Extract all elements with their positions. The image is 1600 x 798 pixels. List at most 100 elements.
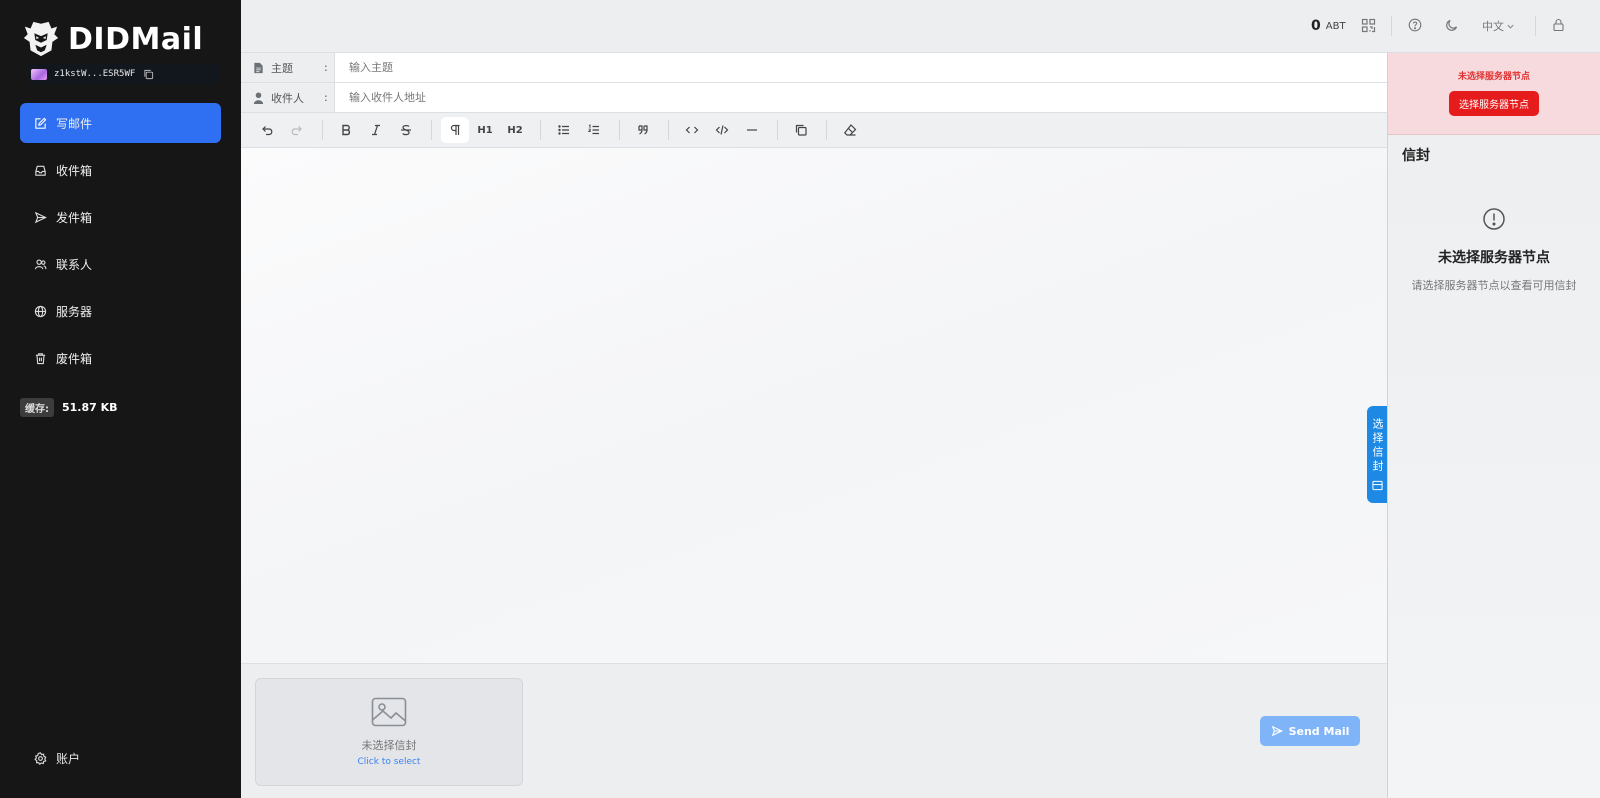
envelope-select-link[interactable]: Click to select bbox=[358, 757, 421, 767]
empty-state: 未选择服务器节点 请选择服务器节点以查看可用信封 bbox=[1388, 207, 1600, 293]
heading-1-button[interactable]: H1 bbox=[471, 117, 499, 143]
italic-icon bbox=[372, 124, 380, 136]
cache-label: 缓存: bbox=[20, 398, 54, 417]
sidebar: DIDMail z1kstW...ESR5WF 写邮件 收件箱 发件箱 联系人 … bbox=[0, 0, 241, 798]
select-server-button[interactable]: 选择服务器节点 bbox=[1449, 91, 1539, 116]
ordered-list-button[interactable] bbox=[580, 117, 608, 143]
sidebar-item-contacts[interactable]: 联系人 bbox=[20, 244, 221, 284]
divider bbox=[1391, 16, 1392, 36]
sidebar-item-label: 写邮件 bbox=[56, 116, 93, 131]
h1-label: H1 bbox=[477, 124, 493, 136]
send-icon bbox=[34, 211, 47, 223]
recipient-label: 收件人 : bbox=[241, 83, 335, 112]
strikethrough-icon bbox=[401, 125, 411, 136]
logo: DIDMail bbox=[22, 20, 203, 58]
heading-2-button[interactable]: H2 bbox=[501, 117, 529, 143]
chevron-down-icon bbox=[1507, 24, 1514, 29]
address-text: z1kstW...ESR5WF bbox=[54, 69, 136, 79]
select-server-label: 选择服务器节点 bbox=[1459, 100, 1529, 111]
strikethrough-button[interactable] bbox=[392, 117, 420, 143]
dark-mode-toggle[interactable] bbox=[1445, 18, 1459, 32]
envelope-picker[interactable]: 未选择信封 Click to select bbox=[255, 678, 523, 786]
panel-title: 信封 bbox=[1402, 148, 1430, 164]
redo-button[interactable] bbox=[283, 117, 311, 143]
cache-info: 缓存: 51.87 KB bbox=[20, 398, 118, 417]
inbox-icon bbox=[35, 165, 46, 176]
bold-icon bbox=[342, 124, 351, 136]
image-icon bbox=[371, 697, 407, 727]
cache-value: 51.87 KB bbox=[62, 401, 118, 414]
undo-button[interactable] bbox=[253, 117, 281, 143]
divider bbox=[1535, 16, 1536, 36]
top-bar: 0 ABT 中文 bbox=[241, 0, 1600, 53]
blockquote-button[interactable] bbox=[629, 117, 657, 143]
sidebar-item-trash[interactable]: 废件箱 bbox=[20, 338, 221, 378]
edit-icon bbox=[35, 117, 47, 129]
globe-icon bbox=[34, 305, 47, 317]
horizontal-rule-button[interactable] bbox=[738, 117, 766, 143]
divider bbox=[431, 120, 432, 140]
paragraph-icon bbox=[450, 124, 460, 135]
copy-icon[interactable] bbox=[143, 69, 154, 80]
gear-icon bbox=[34, 752, 47, 765]
sidebar-item-label: 废件箱 bbox=[56, 351, 93, 366]
subject-row: 主题 : bbox=[241, 53, 1387, 83]
compose-footer: 未选择信封 Click to select Send Mail bbox=[241, 664, 1387, 798]
account-label: 账户 bbox=[56, 752, 81, 766]
paragraph-button[interactable] bbox=[441, 117, 469, 143]
h2-label: H2 bbox=[507, 124, 523, 136]
copy-button[interactable] bbox=[787, 117, 815, 143]
help-icon bbox=[1408, 18, 1422, 32]
subject-input[interactable] bbox=[335, 53, 1387, 82]
copy-icon bbox=[795, 124, 807, 136]
divider bbox=[668, 120, 669, 140]
avatar bbox=[31, 68, 47, 80]
alert-text: 未选择服务器节点 bbox=[1457, 72, 1530, 82]
italic-button[interactable] bbox=[362, 117, 390, 143]
panel-icon bbox=[1371, 480, 1383, 491]
empty-description: 请选择服务器节点以查看可用信封 bbox=[1411, 279, 1577, 292]
moon-icon bbox=[1446, 19, 1458, 31]
bullet-list-button[interactable] bbox=[550, 117, 578, 143]
send-icon bbox=[1271, 725, 1283, 737]
lock-icon bbox=[1553, 18, 1564, 32]
sidebar-item-compose[interactable]: 写邮件 bbox=[20, 103, 221, 143]
clear-format-button[interactable] bbox=[836, 117, 864, 143]
undo-icon bbox=[262, 126, 273, 136]
bold-button[interactable] bbox=[332, 117, 360, 143]
code-block-button[interactable] bbox=[708, 117, 736, 143]
sidebar-item-inbox[interactable]: 收件箱 bbox=[20, 150, 221, 190]
qr-code-button[interactable] bbox=[1361, 18, 1376, 33]
lock-button[interactable] bbox=[1552, 18, 1565, 32]
info-icon bbox=[1483, 208, 1505, 230]
balance-value: 0 bbox=[1311, 18, 1321, 34]
empty-title: 未选择服务器节点 bbox=[1438, 250, 1550, 266]
editor-area[interactable] bbox=[241, 148, 1387, 664]
language-select[interactable]: 中文 bbox=[1482, 18, 1515, 34]
recipient-input[interactable] bbox=[335, 83, 1387, 112]
send-mail-label: Send Mail bbox=[1288, 724, 1350, 738]
divider bbox=[322, 120, 323, 140]
quote-icon bbox=[638, 125, 648, 135]
document-icon bbox=[254, 62, 263, 73]
code-block-icon bbox=[715, 125, 729, 135]
help-button[interactable] bbox=[1408, 18, 1422, 32]
inline-code-button[interactable] bbox=[678, 117, 706, 143]
side-tab-label: 选择信封 bbox=[1371, 418, 1384, 474]
wallet-address[interactable]: z1kstW...ESR5WF bbox=[28, 64, 220, 84]
eraser-icon bbox=[843, 124, 857, 136]
sidebar-item-label: 收件箱 bbox=[56, 163, 93, 178]
select-envelope-tab[interactable]: 选择信封 bbox=[1367, 406, 1387, 503]
recipient-row: 收件人 : bbox=[241, 83, 1387, 113]
sidebar-nav: 写邮件 收件箱 发件箱 联系人 服务器 废件箱 bbox=[20, 103, 221, 385]
contacts-icon bbox=[34, 258, 47, 269]
sidebar-item-outbox[interactable]: 发件箱 bbox=[20, 197, 221, 237]
editor-toolbar: H1 H2 bbox=[241, 113, 1387, 148]
divider bbox=[826, 120, 827, 140]
subject-label: 主题 : bbox=[241, 53, 335, 82]
sidebar-item-servers[interactable]: 服务器 bbox=[20, 291, 221, 331]
send-mail-button[interactable]: Send Mail bbox=[1260, 716, 1360, 746]
account-link[interactable]: 账户 bbox=[34, 750, 80, 767]
divider bbox=[777, 120, 778, 140]
logo-mark-icon bbox=[23, 21, 59, 57]
